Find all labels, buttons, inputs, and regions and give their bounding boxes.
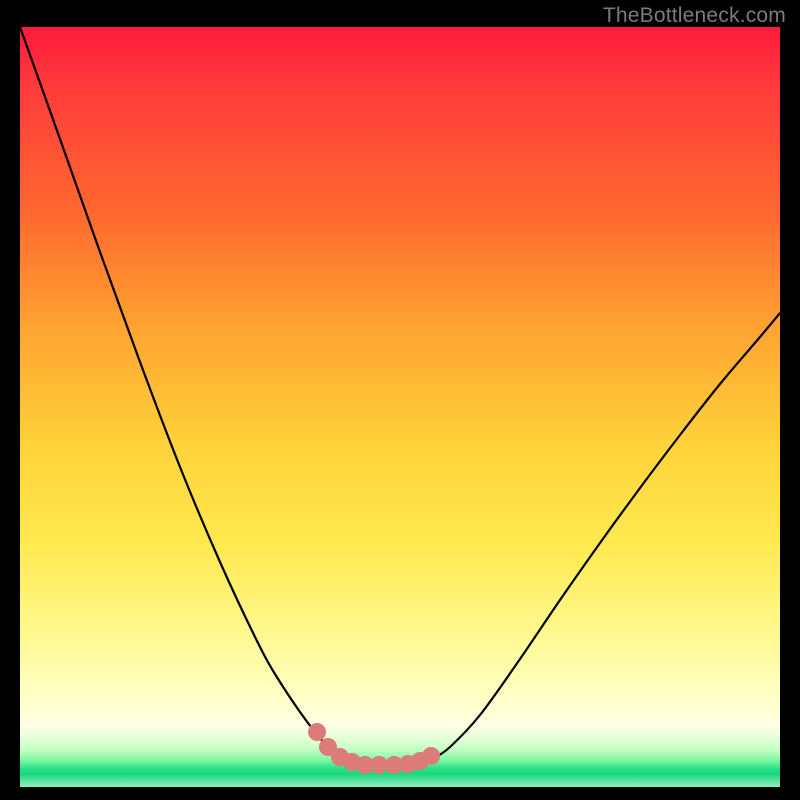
curve-layer (20, 27, 780, 787)
valley-marker-group (308, 723, 440, 774)
bottleneck-curve (20, 27, 780, 765)
plot-area (20, 27, 780, 787)
valley-marker (308, 723, 326, 741)
watermark-text: TheBottleneck.com (603, 4, 786, 28)
valley-marker (422, 747, 440, 765)
chart-stage: TheBottleneck.com (0, 0, 800, 800)
